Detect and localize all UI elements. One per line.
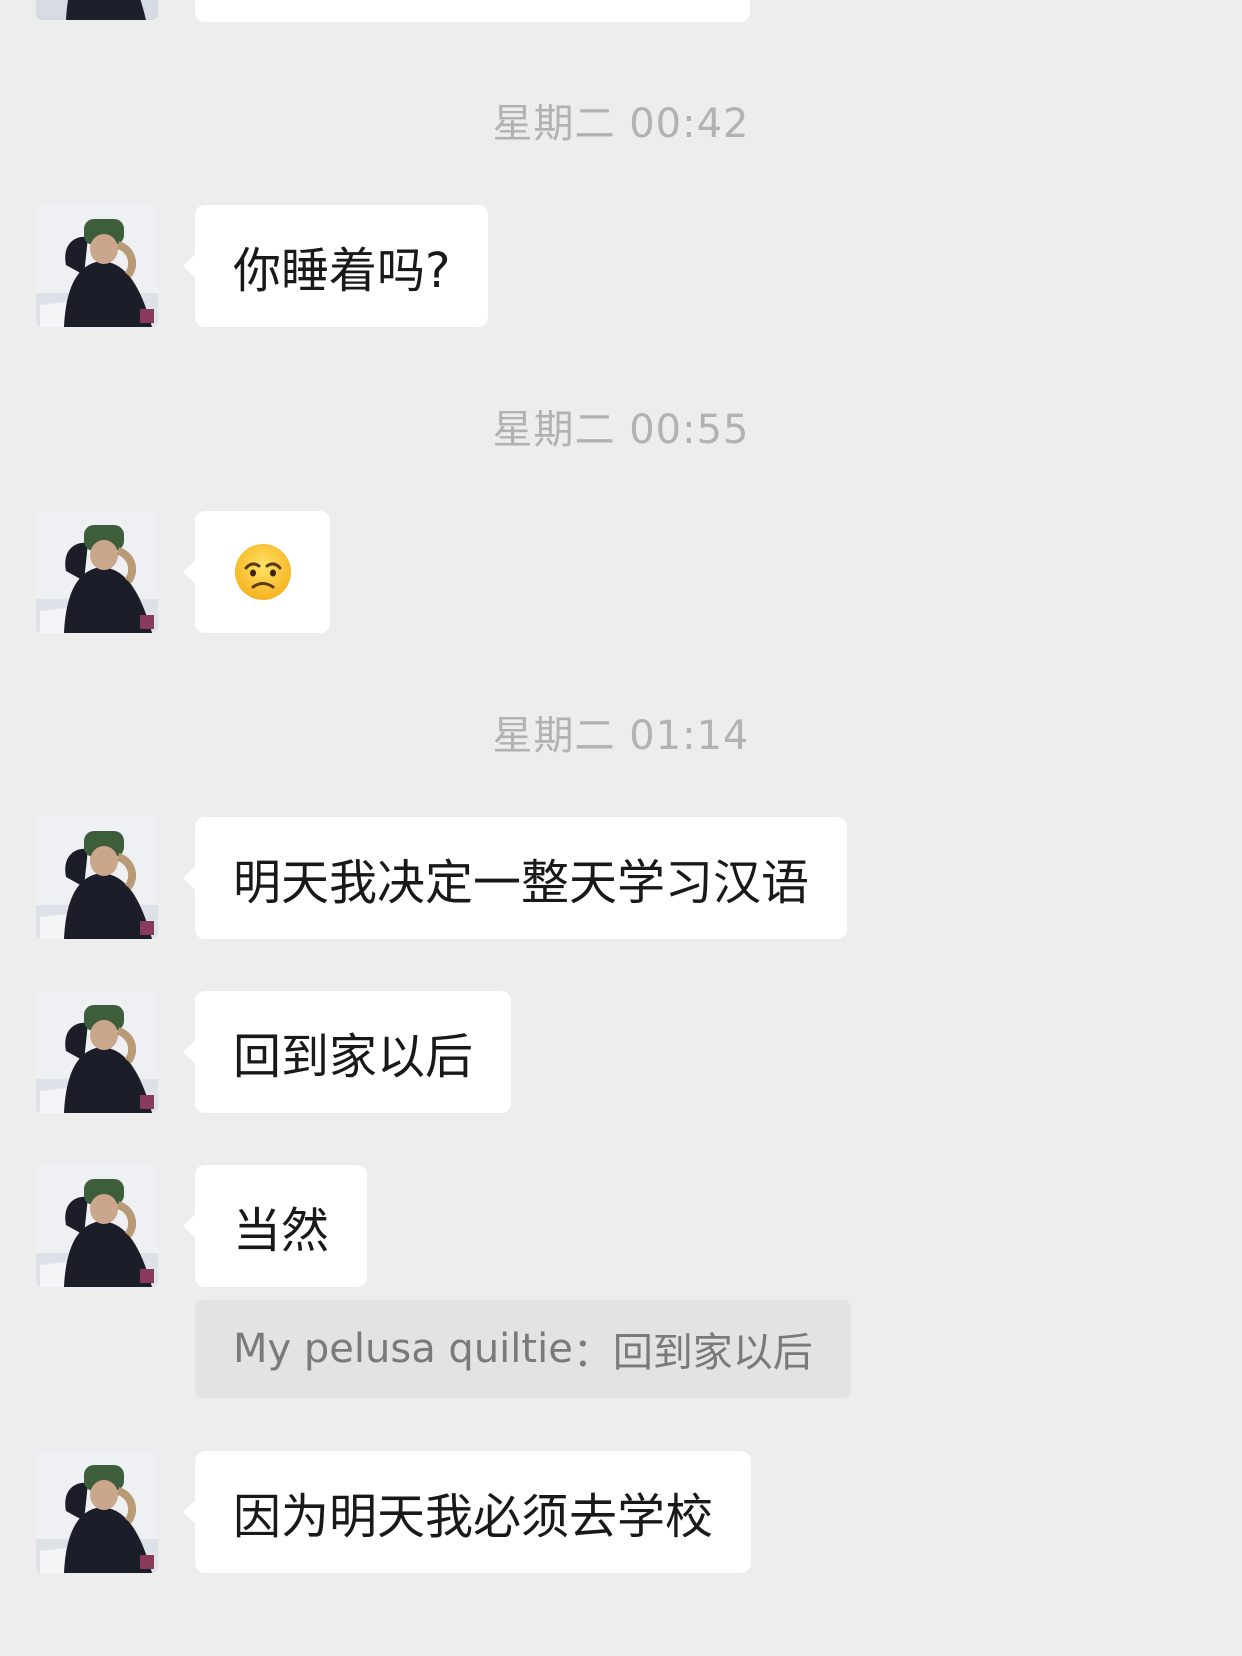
avatar-image [36, 1165, 158, 1287]
avatar-image [36, 991, 158, 1113]
contact-avatar[interactable] [36, 205, 158, 327]
message-bubble[interactable]: 因为明天我必须去学校 [182, 1451, 752, 1573]
message-bubble[interactable]: 回到家以后 [182, 991, 512, 1113]
contact-avatar[interactable] [36, 1451, 158, 1573]
message-bubble-partial[interactable] [195, 0, 750, 22]
quote-separator: ： [572, 1330, 613, 1376]
contact-avatar[interactable] [36, 0, 158, 20]
disappointed-face-icon [235, 544, 291, 600]
timestamp: 星期二 00:42 [492, 101, 750, 147]
timestamp: 星期二 01:14 [492, 713, 750, 759]
contact-avatar[interactable] [36, 1165, 158, 1287]
message-bubble-emoji[interactable] [183, 511, 330, 633]
message-bubble[interactable]: 当然 [182, 1165, 368, 1287]
contact-avatar[interactable] [36, 511, 158, 633]
message-bubble[interactable]: 你睡着吗? [182, 205, 489, 327]
quote-sender: My pelusa quiltie [233, 1326, 573, 1372]
timestamp: 星期二 00:55 [492, 407, 750, 453]
message-text: 明天我决定一整天学习汉语 [233, 855, 810, 911]
message-text: 你睡着吗? [233, 243, 451, 299]
avatar-image [36, 817, 158, 939]
message-text: 因为明天我必须去学校 [233, 1489, 714, 1545]
contact-avatar[interactable] [36, 817, 158, 939]
avatar-image [36, 511, 158, 633]
message-bubble[interactable]: 明天我决定一整天学习汉语 [182, 817, 848, 939]
avatar-image [36, 0, 158, 20]
contact-avatar[interactable] [36, 991, 158, 1113]
message-text: 当然 [233, 1203, 330, 1259]
avatar-image [36, 205, 158, 327]
quote-text: 回到家以后 [612, 1330, 813, 1376]
quoted-message[interactable]: My pelusa quiltie：回到家以后 [195, 1300, 851, 1398]
avatar-image [36, 1451, 158, 1573]
message-text: 回到家以后 [233, 1029, 474, 1085]
